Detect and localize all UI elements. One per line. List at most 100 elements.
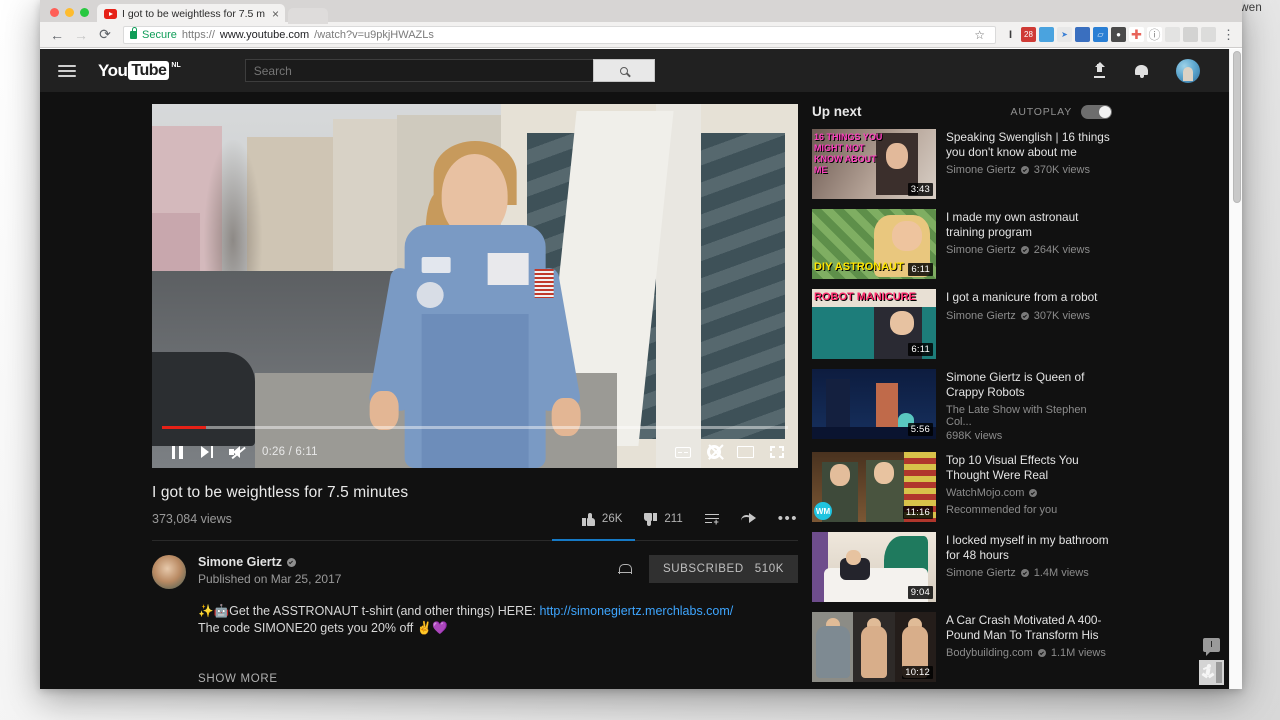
inline-view-count: 307K views xyxy=(1034,310,1090,322)
new-tab-button[interactable] xyxy=(288,8,328,24)
video-thumbnail[interactable]: ROBOT MANICURE6:11 xyxy=(812,289,936,359)
screenshot-ext-icon[interactable] xyxy=(1039,27,1054,42)
inline-view-count: 1.4M views xyxy=(1034,567,1089,579)
forward-button[interactable]: → xyxy=(70,24,92,46)
video-duration: 6:11 xyxy=(908,263,933,276)
recommended-video-channel: Simone Giertz370K views xyxy=(946,164,1112,176)
bookmark-star-icon[interactable]: ☆ xyxy=(970,28,989,42)
progress-fill xyxy=(162,426,206,429)
recommended-video-item[interactable]: DIY ASTRONAUT6:11I made my own astronaut… xyxy=(812,209,1112,279)
captions-icon[interactable] xyxy=(675,447,691,458)
close-window-button[interactable] xyxy=(50,8,59,17)
next-video-button[interactable] xyxy=(192,438,222,466)
cursor-ext-icon[interactable]: I xyxy=(1003,27,1018,42)
running-man-exit-icon[interactable] xyxy=(1199,660,1224,685)
mute-button[interactable] xyxy=(222,438,252,466)
settings-gear-icon[interactable] xyxy=(707,445,721,459)
subscription-bell-icon[interactable] xyxy=(618,562,631,577)
recommended-video-item[interactable]: 10:12A Car Crash Motivated A 400-Pound M… xyxy=(812,612,1112,682)
dislike-button[interactable]: 211 xyxy=(644,513,682,526)
address-bar[interactable]: Secure https:// www.youtube.com /watch?v… xyxy=(123,26,996,44)
video-thumbnail[interactable]: 9:04 xyxy=(812,532,936,602)
video-player[interactable]: 0:26 / 6:11 xyxy=(152,104,798,468)
autoplay-control[interactable]: AUTOPLAY xyxy=(1011,105,1112,119)
youtube-masthead: You Tube NL xyxy=(40,49,1242,92)
recommended-video-channel: Bodybuilding.com1.1M views xyxy=(946,647,1112,659)
watch-layout: 0:26 / 6:11 I got to be weightless for 7… xyxy=(40,92,1242,689)
grid-ext-icon[interactable] xyxy=(1201,27,1216,42)
upload-icon[interactable] xyxy=(1092,63,1107,78)
account-avatar[interactable] xyxy=(1176,59,1200,83)
maximize-window-button[interactable] xyxy=(80,8,89,17)
chrome-menu-icon[interactable]: ⋮ xyxy=(1219,27,1234,43)
trello-ext-icon[interactable]: ▱ xyxy=(1093,27,1108,42)
window-traffic-lights[interactable] xyxy=(48,8,97,22)
close-icon[interactable]: × xyxy=(270,8,279,20)
channel-name: Simone Giertz xyxy=(198,555,282,569)
recommended-video-item[interactable]: 16 THINGS YOU MIGHT NOT KNOW ABOUT ME3:4… xyxy=(812,129,1112,199)
recommended-video-item[interactable]: WM11:16Top 10 Visual Effects You Thought… xyxy=(812,452,1112,522)
recommended-video-item[interactable]: ROBOT MANICURE6:11I got a manicure from … xyxy=(812,289,1112,359)
verified-badge-icon xyxy=(287,558,296,567)
minimize-window-button[interactable] xyxy=(65,8,74,17)
show-more-button[interactable]: SHOW MORE xyxy=(198,673,798,685)
share-button[interactable] xyxy=(741,513,756,525)
share-arrow-icon xyxy=(741,513,756,525)
image-ext-icon[interactable] xyxy=(1075,27,1090,42)
pocket-ext-icon[interactable]: ➤ xyxy=(1057,27,1072,42)
theater-mode-icon[interactable] xyxy=(737,446,754,458)
video-thumbnail[interactable]: 5:56 xyxy=(812,369,936,439)
scrollbar-thumb[interactable] xyxy=(1233,51,1241,203)
video-info: I locked myself in my bathroom for 48 ho… xyxy=(946,532,1112,602)
url-host: www.youtube.com xyxy=(220,29,309,41)
recommended-video-item[interactable]: 9:04 I locked myself in my bathroom for 4… xyxy=(812,532,1112,602)
recommended-video-title: I locked myself in my bathroom for 48 ho… xyxy=(946,533,1112,562)
hamburger-icon[interactable] xyxy=(58,65,76,77)
more-actions-button[interactable]: ••• xyxy=(778,514,798,524)
subscribed-button[interactable]: SUBSCRIBED 510K xyxy=(649,555,798,583)
merch-link[interactable]: http://simonegiertz.merchlabs.com/ xyxy=(539,604,733,618)
youtube-logo[interactable]: You Tube NL xyxy=(98,61,181,80)
autoplay-toggle[interactable] xyxy=(1081,105,1112,119)
video-thumbnail[interactable]: 10:12 xyxy=(812,612,936,682)
pause-button[interactable] xyxy=(162,438,192,466)
lock-icon xyxy=(130,31,137,39)
qr-ext-icon[interactable] xyxy=(1165,27,1180,42)
video-info: Top 10 Visual Effects You Thought Were R… xyxy=(946,452,1112,522)
video-duration: 6:11 xyxy=(908,343,933,356)
recommended-video-item[interactable]: 5:56Simone Giertz is Queen of Crappy Rob… xyxy=(812,369,1112,442)
video-thumbnail[interactable]: WM11:16 xyxy=(812,452,936,522)
channel-avatar[interactable] xyxy=(152,555,186,589)
channel-row: Simone Giertz Published on Mar 25, 2017 … xyxy=(152,541,798,589)
secondary-column: Up next AUTOPLAY 16 THINGS YOU MIGHT NOT… xyxy=(812,104,1112,689)
video-duration: 9:04 xyxy=(908,586,933,599)
page-scrollbar[interactable] xyxy=(1229,49,1242,689)
video-actions: 26K 211 + ••• xyxy=(582,513,798,526)
control-row-right xyxy=(675,445,788,459)
browser-tab[interactable]: I got to be weightless for 7.5 m × xyxy=(97,4,285,24)
progress-bar[interactable] xyxy=(162,426,788,429)
channel-name-row[interactable]: Simone Giertz xyxy=(198,555,341,569)
info-ext-icon[interactable]: ⓘ xyxy=(1147,27,1162,42)
reload-button[interactable]: ⟳ xyxy=(94,24,116,46)
masthead-actions xyxy=(1092,59,1200,83)
video-thumbnail[interactable]: 16 THINGS YOU MIGHT NOT KNOW ABOUT ME3:4… xyxy=(812,129,936,199)
calendar-ext-icon[interactable]: 28 xyxy=(1021,27,1036,42)
notifications-bell-icon[interactable] xyxy=(1135,63,1148,78)
youtube-favicon-icon xyxy=(104,9,117,19)
search-button[interactable] xyxy=(593,59,655,82)
crossfire-ext-icon[interactable]: ✚ xyxy=(1129,27,1144,42)
thumbs-down-icon xyxy=(644,513,657,526)
video-info: A Car Crash Motivated A 400-Pound Man To… xyxy=(946,612,1112,682)
video-thumbnail[interactable]: DIY ASTRONAUT6:11 xyxy=(812,209,936,279)
video-title: I got to be weightless for 7.5 minutes xyxy=(152,484,798,502)
like-button[interactable]: 26K xyxy=(582,513,622,526)
search-input[interactable] xyxy=(245,59,593,82)
save-to-playlist-button[interactable]: + xyxy=(705,514,719,525)
card-ext-icon[interactable] xyxy=(1183,27,1198,42)
video-description: ✨🤖Get the ASSTRONAUT t-shirt (and other … xyxy=(198,603,798,637)
back-button[interactable]: ← xyxy=(46,24,68,46)
ghostery-ext-icon[interactable]: ● xyxy=(1111,27,1126,42)
fullscreen-icon[interactable] xyxy=(770,446,784,458)
feedback-bubble-icon[interactable] xyxy=(1203,638,1220,652)
